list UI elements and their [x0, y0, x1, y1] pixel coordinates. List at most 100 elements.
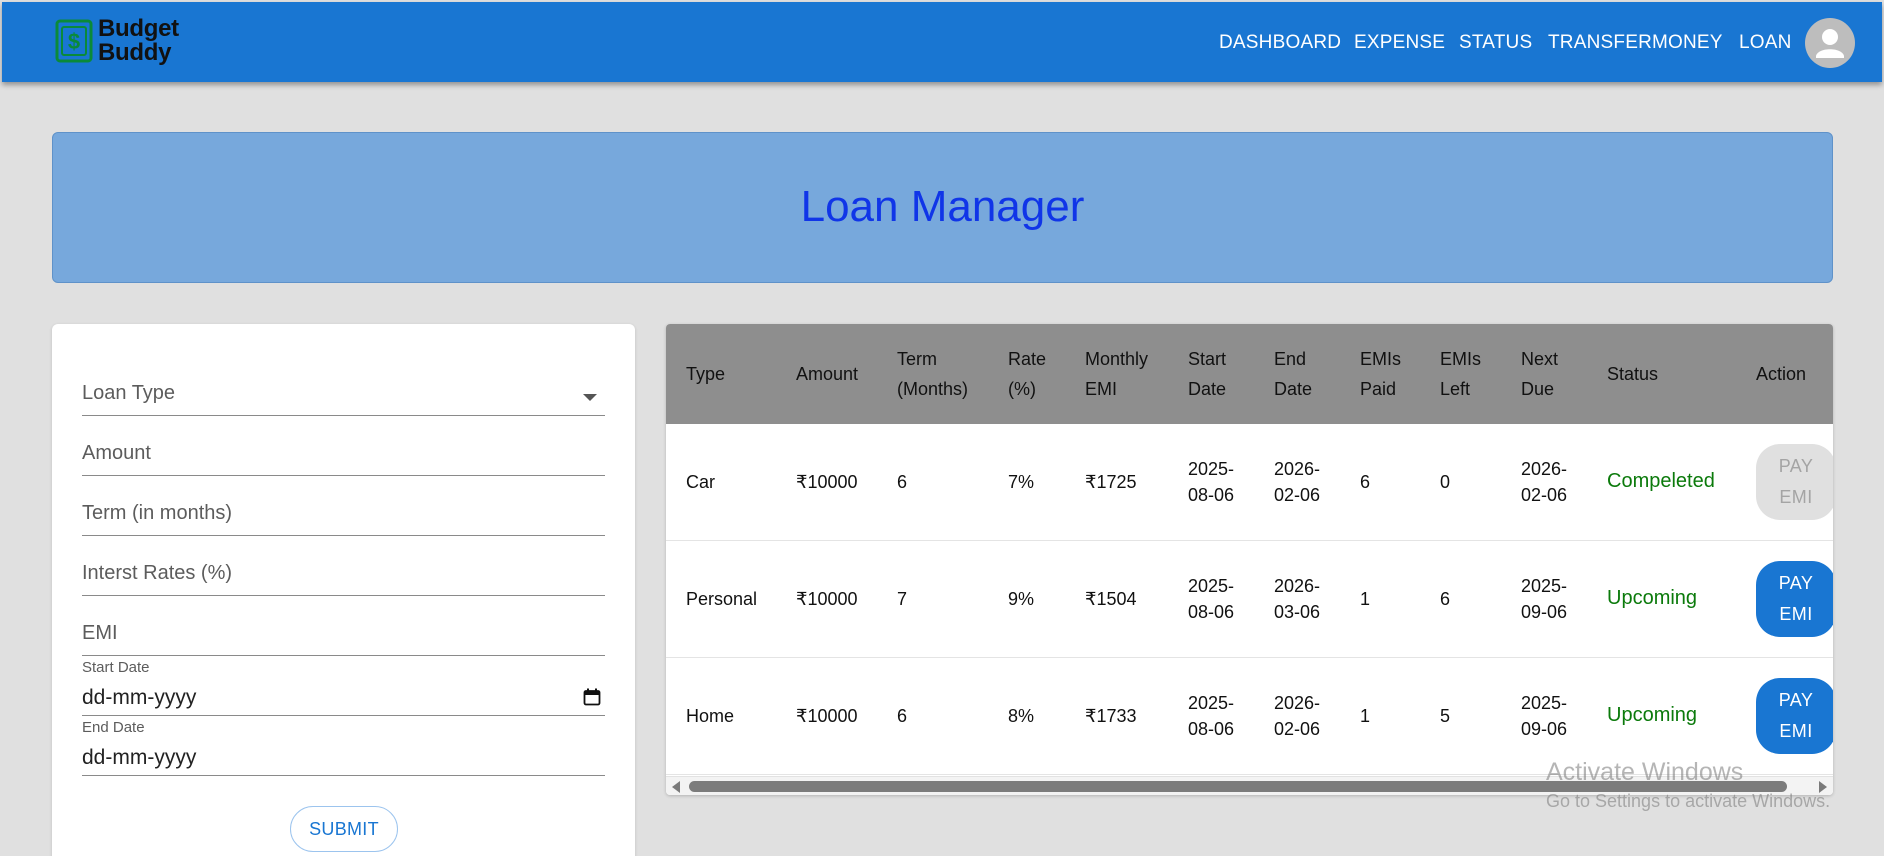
col-emis-left-line2: Left — [1440, 379, 1471, 399]
page-title: Loan Manager — [800, 182, 1085, 231]
cell-emis-paid: 6 — [1360, 472, 1371, 492]
status-badge: Upcoming — [1607, 587, 1698, 609]
nav-transfermoney[interactable]: TRANSFERMONEY — [1548, 32, 1723, 54]
cell-emis-paid: 1 — [1360, 589, 1371, 609]
nav-status[interactable]: STATUS — [1459, 32, 1532, 54]
col-next-due-line1: Next — [1521, 349, 1559, 369]
cell-start-date-line1: 2025- — [1188, 693, 1235, 713]
status-badge: Upcoming — [1607, 704, 1698, 726]
cell-monthly-emi: ₹1733 — [1085, 706, 1137, 726]
col-emis-paid-line2: Paid — [1360, 379, 1397, 399]
pay-emi-label-line2: EMI — [1779, 721, 1813, 741]
cell-rate: 7% — [1008, 472, 1035, 492]
col-term: Term (Months) — [897, 344, 968, 404]
start-date-value: dd-mm-yyyy — [82, 686, 197, 709]
calendar-icon[interactable] — [583, 688, 601, 706]
cell-type: Home — [686, 706, 735, 726]
col-start-date: Start Date — [1188, 344, 1226, 404]
cell-end-date: 2026- 02-06 — [1274, 456, 1320, 508]
status-badge: Compeleted — [1607, 470, 1715, 492]
amount-label: Amount — [82, 442, 151, 464]
cell-rate: 9% — [1008, 589, 1035, 609]
col-emis-paid: EMIs Paid — [1360, 344, 1401, 404]
cell-end-date-line1: 2026- — [1274, 576, 1321, 596]
table-header: Type Amount Term (Months) Rate (%) Month… — [666, 324, 1833, 424]
cell-next-due: 2025- 09-06 — [1521, 690, 1567, 742]
nav-dashboard[interactable]: DASHBOARD — [1219, 32, 1341, 54]
col-start-date-line2: Date — [1188, 379, 1227, 399]
col-end-date-line2: Date — [1274, 379, 1313, 399]
cell-emis-left: 5 — [1440, 706, 1451, 726]
pay-emi-button[interactable]: PAY EMI — [1756, 561, 1833, 637]
user-avatar-icon[interactable] — [1805, 18, 1855, 68]
pay-emi-label-line2: EMI — [1779, 604, 1813, 624]
brand-logo[interactable]: $ Budget Buddy — [54, 17, 179, 65]
col-status: Status — [1607, 364, 1659, 384]
col-rate-line1: Rate — [1008, 349, 1047, 369]
cell-start-date-line2: 08-06 — [1188, 719, 1235, 739]
start-date-label: Start Date — [82, 659, 150, 676]
col-rate: Rate (%) — [1008, 344, 1046, 404]
amount-field[interactable]: Amount — [82, 434, 605, 476]
pay-emi-label-line2: EMI — [1779, 487, 1813, 507]
col-monthly-emi: Monthly EMI — [1085, 344, 1148, 404]
cell-emis-paid: 1 — [1360, 706, 1371, 726]
interest-rate-label: Interst Rates (%) — [82, 562, 233, 584]
cell-amount: ₹10000 — [796, 706, 858, 726]
col-rate-line2: (%) — [1008, 379, 1036, 399]
submit-button[interactable]: SUBMIT — [290, 806, 398, 852]
chevron-down-icon — [583, 394, 597, 401]
cell-monthly-emi: ₹1725 — [1085, 472, 1137, 492]
brand-name-line2: Buddy — [98, 39, 172, 66]
cell-emis-left: 6 — [1440, 589, 1451, 609]
cell-end-date-line2: 02-06 — [1274, 719, 1321, 739]
pay-emi-button: PAY EMI — [1756, 444, 1833, 520]
cell-next-due-line1: 2025- — [1521, 576, 1568, 596]
cell-next-due-line1: 2026- — [1521, 459, 1568, 479]
pay-emi-label-line1: PAY — [1778, 573, 1814, 593]
cell-start-date-line1: 2025- — [1188, 459, 1235, 479]
pay-emi-label-line1: PAY — [1778, 690, 1814, 710]
term-label: Term (in months) — [82, 502, 233, 524]
svg-text:$: $ — [68, 29, 80, 54]
scroll-left-icon[interactable] — [672, 781, 680, 793]
cell-start-date-line2: 08-06 — [1188, 602, 1235, 622]
cell-start-date: 2025- 08-06 — [1188, 573, 1234, 625]
cell-end-date-line2: 02-06 — [1274, 485, 1321, 505]
interest-rate-field[interactable]: Interst Rates (%) — [82, 554, 605, 596]
page-header-banner: Loan Manager — [52, 132, 1833, 283]
col-monthly-emi-line2: EMI — [1085, 379, 1118, 399]
cell-type: Personal — [686, 589, 758, 609]
nav-loan[interactable]: LOAN — [1739, 32, 1792, 54]
start-date-field[interactable]: Start Date dd-mm-yyyy — [82, 656, 605, 716]
cell-end-date-line1: 2026- — [1274, 459, 1321, 479]
cell-next-due-line1: 2025- — [1521, 693, 1568, 713]
loans-table: Type Amount Term (Months) Rate (%) Month… — [666, 324, 1833, 795]
col-emis-paid-line1: EMIs — [1360, 349, 1402, 369]
cell-term: 6 — [897, 706, 908, 726]
cell-type: Car — [686, 472, 716, 492]
cell-term: 7 — [897, 589, 908, 609]
cell-end-date: 2026- 03-06 — [1274, 573, 1320, 625]
term-field[interactable]: Term (in months) — [82, 494, 605, 536]
brand-name-line1: Budget — [98, 15, 179, 42]
nav-expense[interactable]: EXPENSE — [1354, 32, 1445, 54]
end-date-field[interactable]: End Date dd-mm-yyyy — [82, 716, 605, 776]
cell-amount: ₹10000 — [796, 472, 858, 492]
cell-amount: ₹10000 — [796, 589, 858, 609]
loan-form: Loan Type Amount Term (in months) Inters… — [52, 324, 635, 856]
cell-end-date-line2: 03-06 — [1274, 602, 1321, 622]
pay-emi-button[interactable]: PAY EMI — [1756, 678, 1833, 754]
cell-emis-left: 0 — [1440, 472, 1451, 492]
table-row: Personal ₹10000 7 9% ₹1504 2025- 08-06 2… — [666, 541, 1833, 658]
emi-field[interactable]: EMI — [82, 614, 605, 656]
cell-term: 6 — [897, 472, 908, 492]
cell-rate: 8% — [1008, 706, 1035, 726]
cell-start-date: 2025- 08-06 — [1188, 456, 1234, 508]
col-start-date-line1: Start — [1188, 349, 1227, 369]
cell-next-due: 2026- 02-06 — [1521, 456, 1567, 508]
loan-type-select[interactable]: Loan Type — [82, 374, 605, 416]
brand-name: Budget Buddy — [98, 17, 179, 65]
table-row: Car ₹10000 6 7% ₹1725 2025- 08-06 2026- … — [666, 424, 1833, 541]
col-emis-left-line1: EMIs — [1440, 349, 1482, 369]
